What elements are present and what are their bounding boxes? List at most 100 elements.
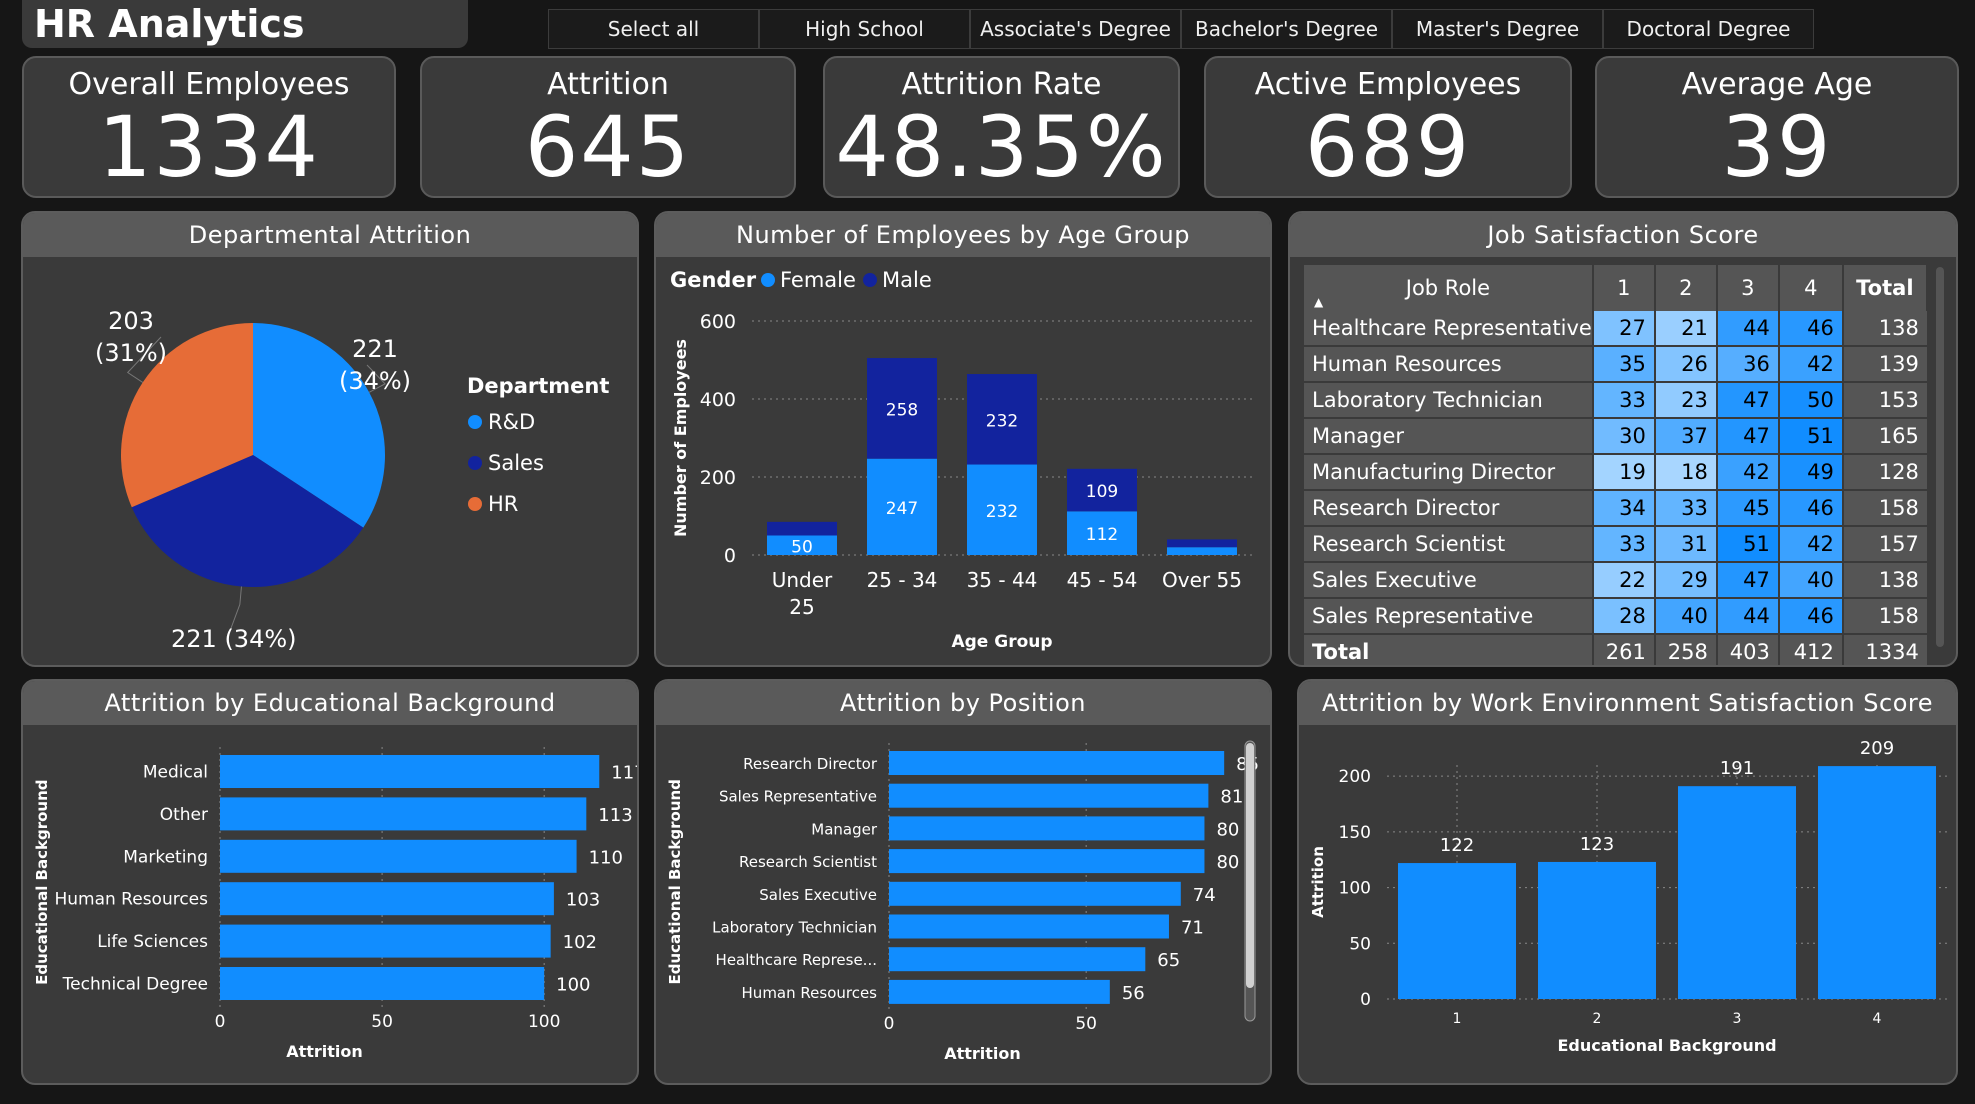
table-row[interactable]: Research Director 34 33 45 46 158 (1304, 490, 1927, 527)
table-row[interactable]: Manager 30 37 47 51 165 (1304, 418, 1927, 455)
y-tick-label: Sales Executive (759, 886, 877, 904)
data-label-male: 232 (986, 411, 1018, 431)
cell-job-role: Sales Representative (1304, 598, 1593, 635)
y-tick-label: Medical (143, 763, 208, 783)
column-header-score-4[interactable]: 4 (1778, 265, 1844, 311)
cell-job-role: Sales Executive (1304, 562, 1593, 599)
y-tick-label: 100 (1339, 879, 1371, 899)
table-row[interactable]: Laboratory Technician 33 23 47 50 153 (1304, 382, 1927, 419)
cell-total-value: 258 (1653, 634, 1717, 665)
y-tick-label: Life Sciences (97, 932, 208, 952)
cell-score: 47 (1715, 382, 1779, 419)
panel-title: Attrition by Position (656, 681, 1270, 725)
x-tick-label: 3 (1733, 1011, 1742, 1027)
panel-title: Number of Employees by Age Group (656, 213, 1270, 257)
column-header-score-3[interactable]: 3 (1716, 265, 1780, 311)
slicer-select-all[interactable]: Select all (548, 9, 759, 49)
y-tick-label: Technical Degree (62, 975, 208, 995)
work-environment-chart: 0 50 100 150 200 122 1 123 2 191 3 209 4 Educational … (1309, 738, 1947, 1055)
cell-score: 33 (1591, 526, 1655, 563)
column-header-score-2[interactable]: 2 (1654, 265, 1718, 311)
table-scrollbar[interactable] (1936, 267, 1944, 647)
data-label: 123 (1580, 834, 1614, 855)
kpi-attrition-rate: Attrition Rate 48.35% (823, 56, 1180, 198)
legend-title: Department (467, 374, 609, 398)
kpi-average-age: Average Age 39 (1595, 56, 1959, 198)
data-label-female: 232 (986, 502, 1018, 522)
kpi-label: Overall Employees (68, 67, 350, 102)
x-tick-label: 0 (215, 1012, 226, 1032)
column-header-score-1[interactable]: 1 (1592, 265, 1656, 311)
column-header-job-role[interactable]: Job Role ▲ (1304, 265, 1594, 311)
kpi-value: 39 (1721, 98, 1833, 196)
data-label: 209 (1860, 738, 1894, 759)
table-row[interactable]: Healthcare Representative 27 21 44 46 138 (1304, 311, 1927, 347)
cell-total: 139 (1841, 346, 1927, 383)
table-row[interactable]: Human Resources 35 26 36 42 139 (1304, 346, 1927, 383)
table-row[interactable]: Research Scientist 33 31 51 42 157 (1304, 526, 1927, 563)
legend-marker (468, 456, 482, 470)
bar (220, 839, 577, 873)
table-row[interactable]: Manufacturing Director 19 18 42 49 128 (1304, 454, 1927, 491)
y-tick-label: Sales Representative (719, 788, 877, 806)
table-row[interactable]: Sales Executive 22 29 47 40 138 (1304, 562, 1927, 599)
job-satisfaction-panel: Job Satisfaction Score Job Role ▲ 1 2 3 4… (1288, 211, 1958, 667)
slicer-associates-degree[interactable]: Associate's Degree (970, 9, 1181, 49)
x-axis-label: Attrition (944, 1044, 1021, 1063)
work-environment-panel: Attrition by Work Environment Satisfacti… (1297, 679, 1958, 1085)
cell-total: 138 (1841, 562, 1927, 599)
x-tick-label: 50 (1075, 1014, 1097, 1034)
cell-total-value: 412 (1777, 634, 1843, 665)
kpi-overall-employees: Overall Employees 1334 (22, 56, 396, 198)
kpi-attrition: Attrition 645 (420, 56, 796, 198)
bar (889, 849, 1205, 874)
cell-score: 40 (1777, 562, 1843, 599)
panel-title: Attrition by Work Environment Satisfacti… (1299, 681, 1956, 725)
y-tick-label: Other (160, 805, 208, 825)
data-label: 65 (1157, 950, 1180, 971)
cell-score: 51 (1715, 526, 1779, 563)
bar (1538, 861, 1656, 999)
cell-score: 51 (1777, 418, 1843, 455)
data-label: 117 (611, 763, 637, 784)
bar (220, 797, 587, 831)
cell-score: 30 (1591, 418, 1655, 455)
bar (220, 755, 600, 788)
x-tick-label: 35 - 44 (967, 568, 1038, 592)
cell-job-role: Laboratory Technician (1304, 382, 1593, 419)
cell-total: 153 (1841, 382, 1927, 419)
column-header-total[interactable]: Total (1842, 265, 1928, 311)
cell-job-role: Research Scientist (1304, 526, 1593, 563)
table-total-row: Total 261 258 403 412 1334 (1304, 634, 1927, 665)
bar-female (1167, 547, 1237, 555)
slicer-bachelors-degree[interactable]: Bachelor's Degree (1181, 9, 1392, 49)
pie-data-label: (34%) (339, 367, 411, 395)
cell-score: 47 (1715, 418, 1779, 455)
y-tick-label: 0 (724, 545, 736, 567)
departmental-attrition-panel: Departmental Attrition 221 (34%) 221 (34%)… (21, 211, 639, 667)
bar (1678, 786, 1796, 999)
slicer-high-school[interactable]: High School (759, 9, 970, 49)
education-attrition-chart: 0 50 100 Medical 117 Other 113 Marketing 110 Huma… (33, 747, 637, 1061)
cell-score: 22 (1591, 562, 1655, 599)
slicer-masters-degree[interactable]: Master's Degree (1392, 9, 1603, 49)
y-axis-label: Attrition (1309, 846, 1327, 918)
cell-total: 158 (1841, 598, 1927, 635)
data-label: 56 (1122, 983, 1145, 1004)
kpi-label: Attrition (547, 67, 669, 102)
legend-label: R&D (488, 410, 535, 434)
slicer-doctoral-degree[interactable]: Doctoral Degree (1603, 9, 1814, 49)
sort-ascending-icon: ▲ (1314, 295, 1324, 309)
x-axis-label: Age Group (951, 632, 1052, 652)
pie-data-label: 221 (352, 335, 398, 363)
panel-title: Job Satisfaction Score (1290, 213, 1956, 257)
legend-label: Female (780, 268, 856, 292)
data-label: 191 (1720, 758, 1754, 779)
cell-score: 33 (1653, 490, 1717, 527)
cell-score: 26 (1653, 346, 1717, 383)
cell-score: 33 (1591, 382, 1655, 419)
cell-total-value: 261 (1591, 634, 1655, 665)
table-row[interactable]: Sales Representative 28 40 44 46 158 (1304, 598, 1927, 635)
bar (1818, 766, 1936, 999)
cell-job-role: Manager (1304, 418, 1593, 455)
